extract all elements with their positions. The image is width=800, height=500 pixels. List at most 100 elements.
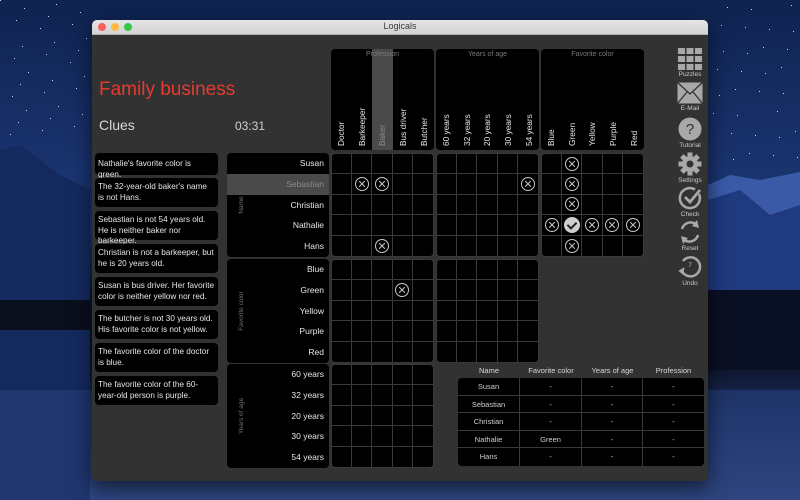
clue-card[interactable]: Nathalie's favorite color is green. xyxy=(95,153,218,179)
grid-cell[interactable] xyxy=(332,260,353,281)
grid-cell[interactable] xyxy=(457,300,478,322)
row-label[interactable]: Hans xyxy=(227,236,329,257)
grid-cell[interactable] xyxy=(437,300,458,322)
grid-cell[interactable] xyxy=(412,215,433,236)
row-label[interactable]: Green xyxy=(227,280,329,301)
grid-cell[interactable] xyxy=(437,154,458,175)
grid-cell[interactable] xyxy=(542,235,563,256)
clue-card[interactable]: Sebastian is not 54 years old. He is nei… xyxy=(95,211,218,245)
grid-cell[interactable] xyxy=(518,236,538,256)
column-label[interactable]: Purple xyxy=(603,49,624,150)
grid-cell[interactable] xyxy=(352,194,373,216)
grid-cell[interactable] xyxy=(393,446,413,467)
grid-cell[interactable] xyxy=(437,260,458,281)
grid-cell[interactable] xyxy=(372,280,393,301)
grid-cell[interactable] xyxy=(542,194,563,216)
column-label[interactable]: Barkeeper xyxy=(352,49,373,150)
row-label[interactable]: Nathalie xyxy=(227,215,329,236)
grid-cell[interactable] xyxy=(352,365,373,386)
grid-cell[interactable] xyxy=(412,406,433,427)
column-label[interactable]: Bus driver xyxy=(393,49,414,150)
grid-cell[interactable] xyxy=(332,194,353,216)
grid-cell[interactable] xyxy=(602,174,623,195)
grid-cell[interactable] xyxy=(518,342,538,362)
grid-cell[interactable] xyxy=(437,341,458,362)
grid-cell[interactable] xyxy=(457,260,478,281)
row-label[interactable]: 20 years xyxy=(227,406,329,427)
toolbar-reset-button[interactable]: Reset xyxy=(672,220,708,252)
row-label[interactable]: Blue xyxy=(227,259,329,280)
grid-cell[interactable] xyxy=(352,341,373,362)
row-label[interactable]: Sebastian xyxy=(227,173,329,195)
grid-cell[interactable] xyxy=(372,215,393,236)
grid-cell[interactable] xyxy=(412,260,433,281)
grid-cell[interactable] xyxy=(392,174,413,195)
column-label[interactable]: Doctor xyxy=(331,49,352,150)
grid-cell[interactable] xyxy=(412,426,433,447)
grid-cell[interactable] xyxy=(392,385,413,406)
grid-cell[interactable] xyxy=(498,235,518,256)
grid-cell[interactable] xyxy=(412,385,433,406)
grid-cell[interactable] xyxy=(372,154,393,175)
grid-cell[interactable] xyxy=(457,341,478,362)
row-label[interactable]: Yellow xyxy=(227,301,329,322)
grid-cell[interactable] xyxy=(332,321,353,342)
grid-cell[interactable] xyxy=(582,174,603,195)
grid-cell[interactable] xyxy=(562,235,583,256)
grid-cell[interactable] xyxy=(517,154,538,175)
grid-cell[interactable] xyxy=(477,341,498,362)
grid-cell[interactable] xyxy=(332,385,353,406)
grid-cell[interactable] xyxy=(372,194,393,216)
grid-cell[interactable] xyxy=(437,194,458,216)
grid-cell[interactable] xyxy=(372,300,393,322)
grid-cell[interactable] xyxy=(517,260,538,281)
grid-cell[interactable] xyxy=(562,215,583,236)
grid-cell[interactable] xyxy=(477,280,498,301)
grid-cell[interactable] xyxy=(352,385,373,406)
grid-cell[interactable] xyxy=(437,174,458,195)
grid-cell[interactable] xyxy=(372,385,393,406)
grid-cell[interactable] xyxy=(477,260,498,281)
column-label[interactable]: 30 years xyxy=(498,49,519,150)
row-label[interactable]: Susan xyxy=(227,153,329,174)
row-label[interactable]: 30 years xyxy=(227,426,329,447)
column-label[interactable]: Green xyxy=(562,49,583,150)
grid-cell[interactable] xyxy=(437,235,458,256)
grid-cell[interactable] xyxy=(457,215,478,236)
grid-cell[interactable] xyxy=(623,236,643,256)
grid-cell[interactable] xyxy=(412,321,433,342)
grid-cell[interactable] xyxy=(392,280,413,301)
grid-cell[interactable] xyxy=(582,235,603,256)
column-label[interactable]: Baker xyxy=(372,49,393,150)
grid-cell[interactable] xyxy=(352,260,373,281)
grid-cell[interactable] xyxy=(562,154,583,175)
grid-cell[interactable] xyxy=(602,194,623,216)
clue-card[interactable]: The 32-year-old baker's name is not Hans… xyxy=(95,178,218,207)
grid-cell[interactable] xyxy=(437,321,458,342)
grid-cell[interactable] xyxy=(412,280,433,301)
grid-cell[interactable] xyxy=(497,194,518,216)
grid-cell[interactable] xyxy=(477,321,498,342)
grid-cell[interactable] xyxy=(498,341,518,362)
grid-cell[interactable] xyxy=(497,300,518,322)
column-label[interactable]: 20 years xyxy=(477,49,498,150)
grid-cell[interactable] xyxy=(603,235,623,256)
grid-cell[interactable] xyxy=(457,321,478,342)
row-label[interactable]: 32 years xyxy=(227,385,329,406)
column-label[interactable]: 32 years xyxy=(457,49,478,150)
grid-cell[interactable] xyxy=(457,280,478,301)
grid-cell[interactable] xyxy=(412,154,433,175)
toolbar-puzzles-button[interactable]: Puzzles xyxy=(672,48,708,78)
grid-cell[interactable] xyxy=(372,260,393,281)
grid-cell[interactable] xyxy=(413,342,433,362)
toolbar-email-button[interactable]: E-Mail xyxy=(672,82,708,112)
grid-cell[interactable] xyxy=(352,280,373,301)
grid-cell[interactable] xyxy=(392,405,413,427)
grid-cell[interactable] xyxy=(352,300,373,322)
grid-cell[interactable] xyxy=(413,447,433,467)
grid-cell[interactable] xyxy=(332,215,353,236)
grid-cell[interactable] xyxy=(542,154,563,175)
grid-cell[interactable] xyxy=(437,280,458,301)
grid-cell[interactable] xyxy=(622,195,643,216)
grid-cell[interactable] xyxy=(372,405,393,427)
